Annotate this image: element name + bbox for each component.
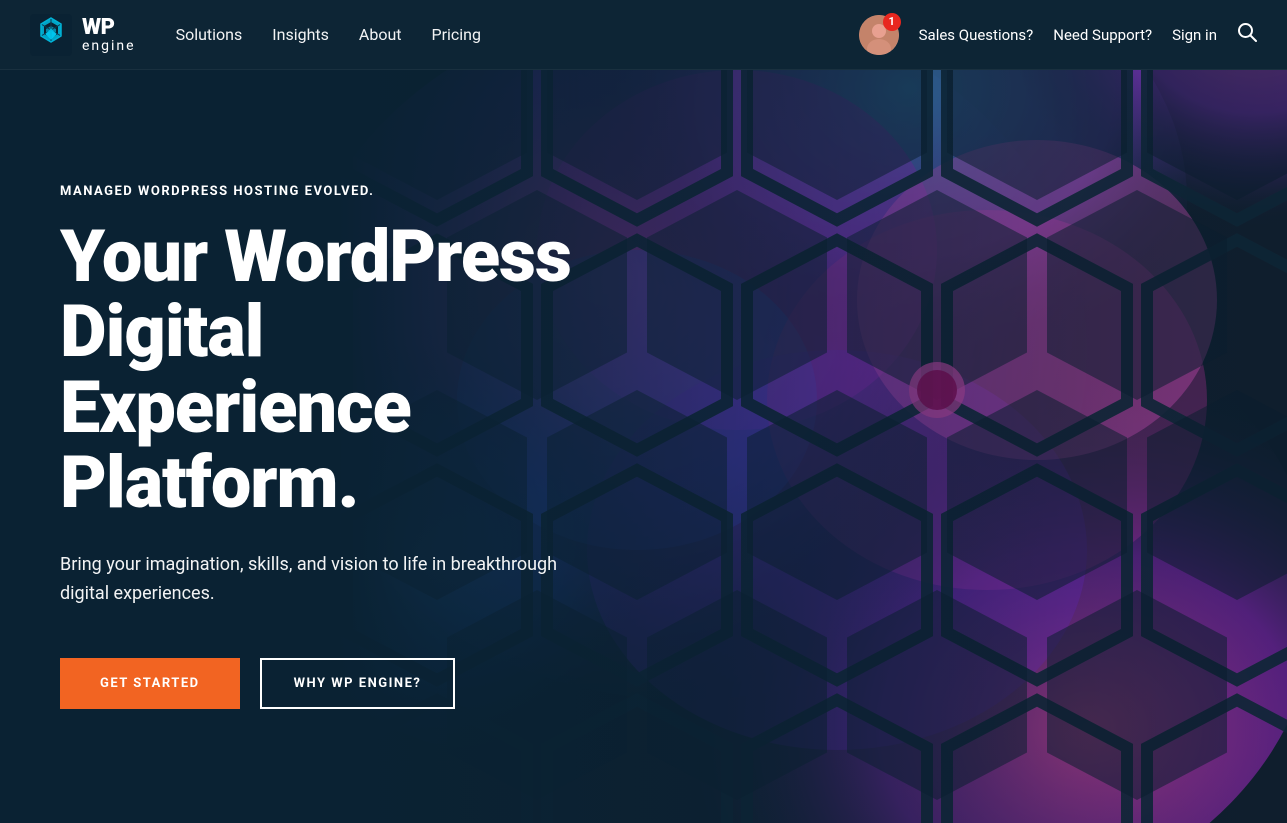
why-wpe-button[interactable]: WHY WP ENGINE? <box>260 658 456 709</box>
search-icon[interactable] <box>1237 22 1257 47</box>
logo-icon <box>30 14 72 56</box>
hero-content: MANAGED WORDPRESS HOSTING EVOLVED. Your … <box>0 114 620 710</box>
site-header: WP engine Solutions Insights About Prici… <box>0 0 1287 70</box>
header-left: WP engine Solutions Insights About Prici… <box>30 14 481 56</box>
logo[interactable]: WP engine <box>30 14 136 56</box>
nav-about[interactable]: About <box>359 25 402 44</box>
header-right: 1 Sales Questions? Need Support? Sign in <box>859 15 1257 55</box>
hero-title: Your WordPress Digital Experience Platfo… <box>60 219 620 521</box>
hero-title-line2: Experience Platform. <box>60 365 411 526</box>
nav-insights[interactable]: Insights <box>272 25 329 44</box>
get-started-button[interactable]: GET STARTED <box>60 658 240 709</box>
notification-badge: 1 <box>883 13 901 31</box>
hero-title-line1: Your WordPress Digital <box>60 214 571 375</box>
nav-pricing[interactable]: Pricing <box>432 25 482 44</box>
hero-section: MANAGED WORDPRESS HOSTING EVOLVED. Your … <box>0 0 1287 823</box>
logo-text: WP engine <box>82 17 136 53</box>
hero-subtitle: MANAGED WORDPRESS HOSTING EVOLVED. <box>60 184 620 199</box>
logo-wp-text: WP <box>82 17 136 39</box>
user-avatar-container[interactable]: 1 <box>859 15 899 55</box>
sign-in-link[interactable]: Sign in <box>1172 26 1217 44</box>
sales-questions-link[interactable]: Sales Questions? <box>919 26 1034 44</box>
main-nav: Solutions Insights About Pricing <box>176 25 481 44</box>
logo-engine-text: engine <box>82 39 136 53</box>
hero-buttons: GET STARTED WHY WP ENGINE? <box>60 658 620 709</box>
need-support-link[interactable]: Need Support? <box>1053 26 1152 44</box>
hero-description: Bring your imagination, skills, and visi… <box>60 551 560 609</box>
nav-solutions[interactable]: Solutions <box>176 25 243 44</box>
